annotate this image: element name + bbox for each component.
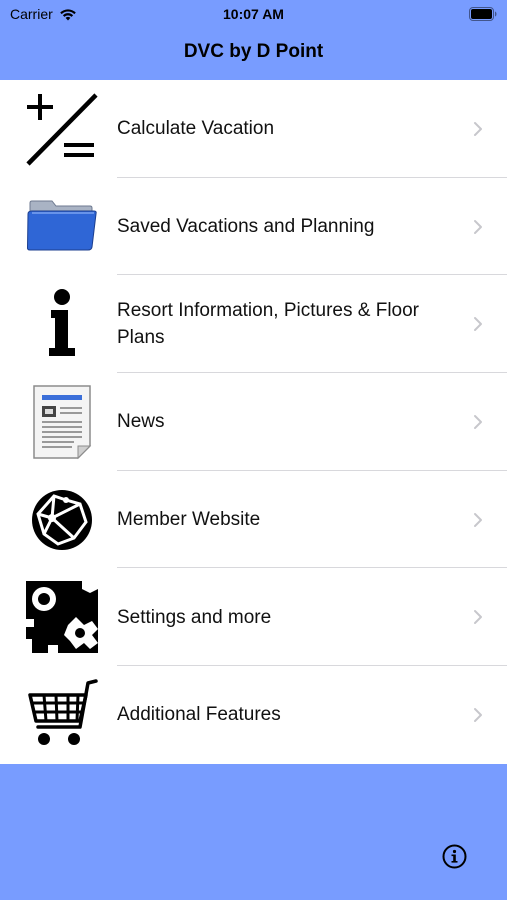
shopping-cart-icon — [24, 677, 100, 753]
info-icon — [24, 286, 100, 362]
menu-item-saved-vacations[interactable]: Saved Vacations and Planning — [0, 178, 507, 276]
chevron-right-icon — [474, 414, 482, 429]
globe-icon — [24, 482, 100, 558]
calculator-icon — [24, 91, 100, 167]
menu-item-member-website[interactable]: Member Website — [0, 471, 507, 569]
menu-item-calculate-vacation[interactable]: Calculate Vacation — [0, 80, 507, 178]
status-bar: Carrier 10:07 AM — [0, 0, 507, 28]
menu-item-resort-information[interactable]: Resort Information, Pictures & Floor Pla… — [0, 275, 507, 374]
info-circle-icon[interactable] — [442, 844, 467, 869]
menu-item-label: News — [117, 411, 165, 433]
header-bar: Carrier 10:07 AM DVC by D Point — [0, 0, 507, 80]
footer-bar — [0, 764, 507, 900]
menu-item-label: Calculate Vacation — [117, 118, 275, 140]
nav-title: DVC by D Point — [183, 41, 324, 62]
gears-icon — [24, 579, 100, 655]
chevron-right-icon — [474, 512, 482, 527]
battery-icon — [469, 7, 497, 21]
chevron-right-icon — [474, 707, 482, 722]
menu-item-settings[interactable]: Settings and more — [0, 568, 507, 667]
menu-item-label: Settings and more — [117, 606, 272, 628]
menu-item-label: Saved Vacations and Planning — [117, 216, 375, 238]
menu-item-label: Member Website — [117, 509, 261, 531]
main-menu-list: Calculate Vacation Saved Vacations and P… — [0, 80, 507, 764]
chevron-right-icon — [474, 610, 482, 625]
chevron-right-icon — [474, 219, 482, 234]
chevron-right-icon — [474, 121, 482, 136]
newspaper-icon — [24, 384, 100, 460]
chevron-right-icon — [474, 317, 482, 332]
menu-item-label: Additional Features — [117, 704, 281, 726]
status-time: 10:07 AM — [223, 6, 284, 22]
menu-item-additional-features[interactable]: Additional Features — [0, 666, 507, 764]
folder-icon — [24, 189, 100, 265]
menu-item-news[interactable]: News — [0, 373, 507, 471]
menu-item-label: Resort Information, Pictures & Floor Pla… — [117, 300, 419, 349]
